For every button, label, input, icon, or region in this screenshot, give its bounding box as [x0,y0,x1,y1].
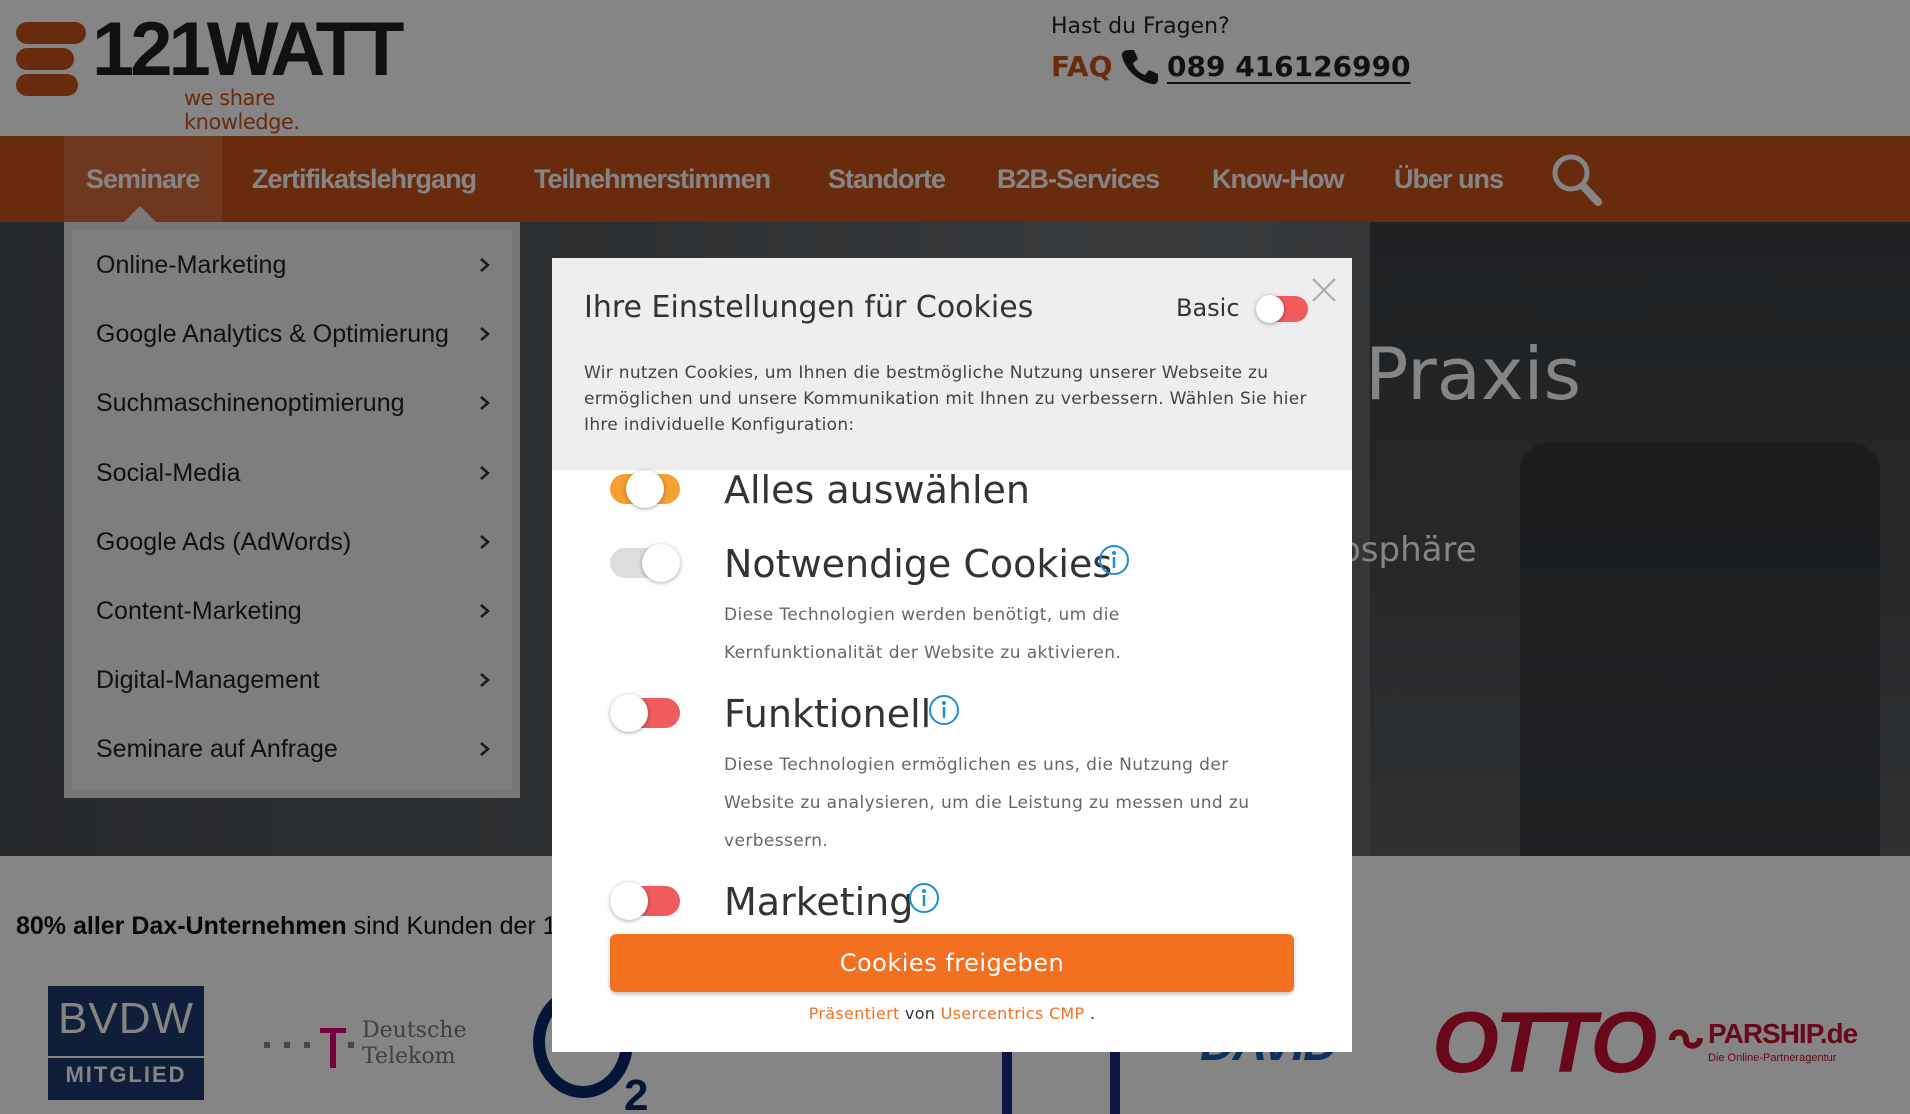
usercentrics-link[interactable]: Usercentrics CMP [941,1004,1085,1023]
basic-label: Basic [1176,294,1240,322]
cookie-dialog-description: Wir nutzen Cookies, um Ihnen die bestmög… [584,363,1307,435]
info-icon[interactable] [908,882,940,914]
toggle-marketing[interactable] [610,882,680,920]
toggle-select-all[interactable] [610,470,680,508]
option-title-necessary: Notwendige Cookies [724,542,1113,586]
option-title-select-all: Alles auswählen [724,468,1031,512]
toggle-necessary [610,544,680,582]
cookie-settings-dialog: Ihre Einstellungen für Cookies Basic Wir… [552,258,1352,1052]
cookie-dialog-title: Ihre Einstellungen für Cookies [584,290,1034,325]
option-desc-necessary: Diese Technologien werden benötigt, um d… [724,605,1122,663]
info-icon[interactable] [928,694,960,726]
cookie-dialog-header: Ihre Einstellungen für Cookies Basic Wir… [552,258,1352,470]
option-title-functional: Funktionell [724,692,932,736]
powered-by: Präsentiert von Usercentrics CMP . [808,1004,1096,1023]
close-icon[interactable] [1310,276,1338,304]
option-desc-functional: Diese Technologien ermöglichen es uns, d… [724,755,1250,851]
accept-cookies-button[interactable]: Cookies freigeben [610,934,1294,992]
presented-link[interactable]: Präsentiert [809,1004,900,1023]
basic-toggle[interactable] [1256,295,1308,323]
toggle-functional[interactable] [610,694,680,732]
option-title-marketing: Marketing [724,880,914,924]
info-icon[interactable] [1098,544,1130,576]
